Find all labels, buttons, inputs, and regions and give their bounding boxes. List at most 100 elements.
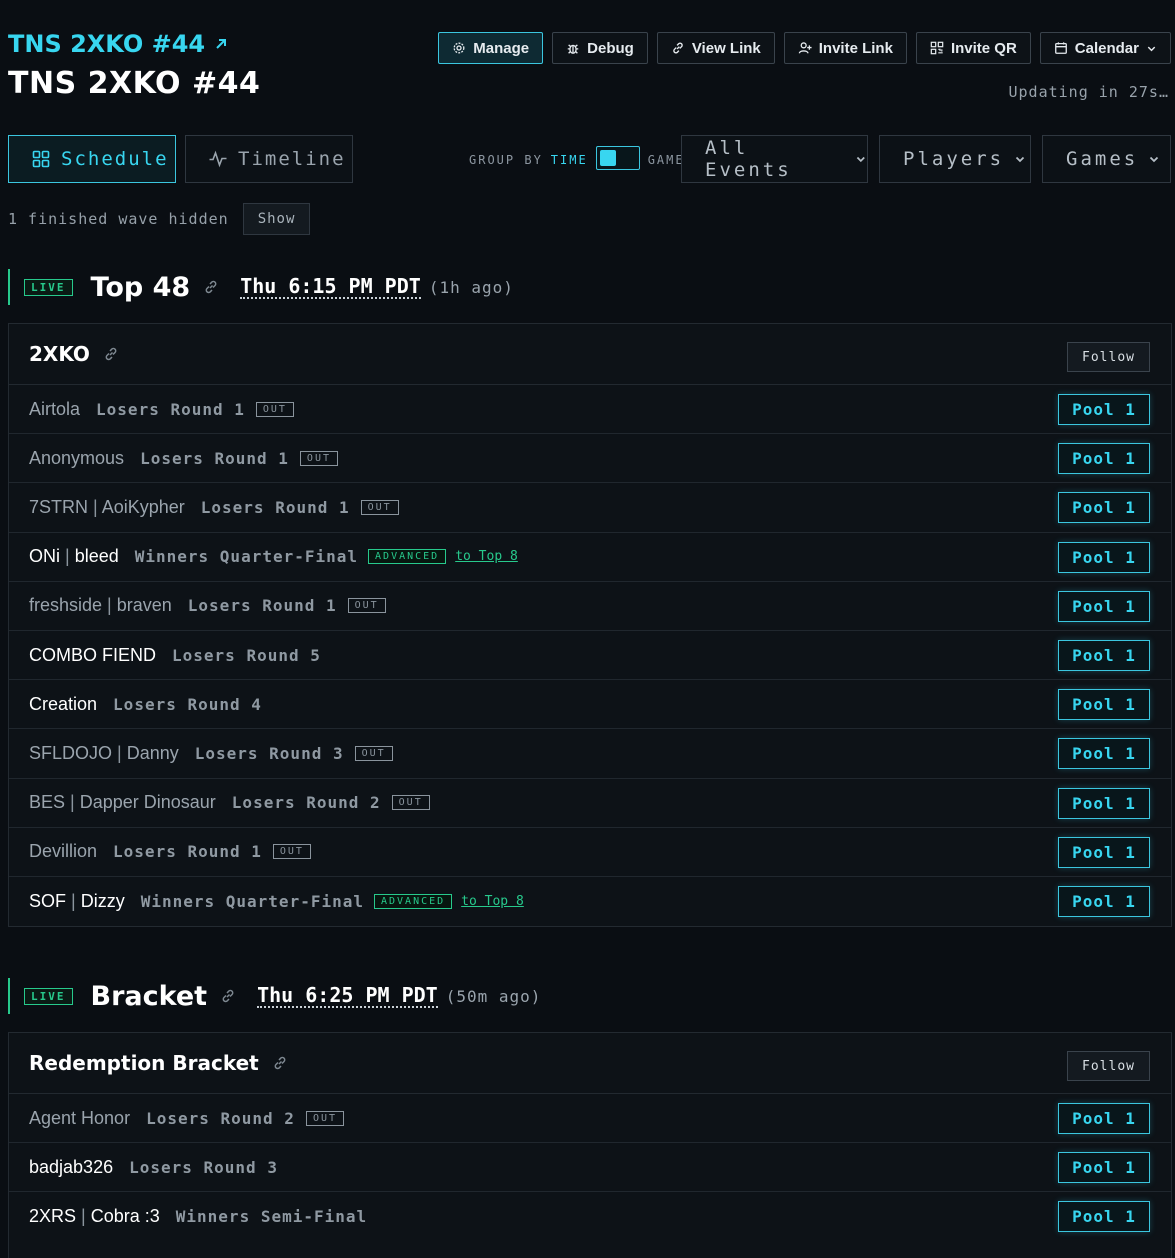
- player-team-prefix: BES: [29, 792, 66, 813]
- pool-button[interactable]: Pool 1: [1058, 836, 1150, 868]
- player-row: Devillion Losers Round 1 OUT Pool 1: [9, 828, 1171, 877]
- out-badge: OUT: [354, 745, 393, 761]
- round-label: Losers Round 3: [194, 743, 344, 763]
- manage-button[interactable]: Manage: [438, 32, 544, 64]
- invite-qr-button[interactable]: Invite QR: [915, 32, 1031, 64]
- event-link-text[interactable]: TNS 2XKO #44: [8, 30, 205, 58]
- pool-button[interactable]: Pool 1: [1058, 1201, 1150, 1233]
- pool-button[interactable]: Pool 1: [1058, 492, 1150, 524]
- player-row: Anonymous Losers Round 1 OUT Pool 1: [9, 434, 1171, 484]
- pool-button[interactable]: Pool 1: [1058, 787, 1150, 819]
- pool-button[interactable]: Pool 1: [1058, 590, 1150, 622]
- invite-link-button[interactable]: Invite Link: [783, 32, 907, 64]
- player-name-group[interactable]: 7STRN | AoiKypher: [29, 497, 185, 518]
- calendar-icon: [1054, 42, 1067, 54]
- link-icon: [673, 42, 683, 54]
- view-link-button[interactable]: View Link: [656, 32, 775, 64]
- player-name: Dapper Dinosaur: [79, 792, 216, 813]
- group-by-switch[interactable]: [595, 146, 640, 170]
- player-name-group[interactable]: Creation: [29, 694, 97, 715]
- tab-schedule[interactable]: Schedule: [8, 135, 176, 183]
- follow-button[interactable]: Follow: [1067, 1051, 1150, 1081]
- player-list: Agent Honor Losers Round 2 OUT Pool 1 badjab…: [9, 1094, 1171, 1242]
- out-badge: OUT: [305, 1110, 344, 1126]
- games-dropdown[interactable]: Games: [1042, 135, 1171, 183]
- group-by-game-option[interactable]: GAME: [648, 153, 685, 167]
- advanced-to-link[interactable]: to Top 8: [455, 549, 518, 564]
- player-name-group[interactable]: badjab326: [29, 1157, 113, 1178]
- switch-knob: [599, 150, 616, 166]
- round-label: Winners Semi-Final: [175, 1207, 368, 1227]
- tab-timeline[interactable]: Timeline: [185, 135, 353, 183]
- player-name: Agent Honor: [29, 1107, 131, 1128]
- gear-icon: [453, 42, 465, 54]
- player-name-group[interactable]: SFLDOJO | Danny: [29, 743, 179, 764]
- player-name-group[interactable]: BES | Dapper Dinosaur: [29, 792, 216, 813]
- event-panel-2xko: 2XKO Follow Airtola Losers Round 1 OUT Pool…: [8, 323, 1172, 928]
- player-name-group[interactable]: Agent Honor: [29, 1108, 130, 1129]
- calendar-dropdown[interactable]: Calendar: [1039, 32, 1171, 64]
- link-icon[interactable]: [203, 279, 219, 295]
- follow-button[interactable]: Follow: [1067, 342, 1150, 372]
- calendar-label: Calendar: [1074, 39, 1139, 57]
- player-name: badjab326: [29, 1156, 114, 1177]
- player-name-group[interactable]: COMBO FIEND: [29, 645, 156, 666]
- out-badge: OUT: [391, 795, 430, 811]
- invite-link-label: Invite Link: [818, 39, 893, 57]
- player-name: Creation: [29, 693, 98, 714]
- players-dropdown[interactable]: Players: [879, 135, 1031, 183]
- pool-button[interactable]: Pool 1: [1058, 639, 1150, 671]
- section-start-time[interactable]: Thu 6:25 PM PDT: [257, 984, 438, 1008]
- advanced-to-link[interactable]: to Top 8: [461, 894, 524, 909]
- events-dropdown[interactable]: All Events: [681, 135, 868, 183]
- pool-button[interactable]: Pool 1: [1058, 1152, 1150, 1184]
- section-relative-time: (50m ago): [445, 986, 542, 1006]
- team-separator: |: [66, 890, 81, 911]
- pool-button[interactable]: Pool 1: [1058, 1103, 1150, 1134]
- player-team-prefix: SFLDOJO: [29, 742, 113, 763]
- player-name: Anonymous: [29, 447, 125, 468]
- out-badge: OUT: [347, 598, 386, 614]
- pool-button[interactable]: Pool 1: [1058, 394, 1150, 425]
- link-icon[interactable]: [103, 346, 119, 362]
- out-badge: OUT: [360, 499, 399, 515]
- player-name-group[interactable]: Airtola: [29, 399, 80, 420]
- tab-schedule-label: Schedule: [61, 148, 169, 170]
- player-row: Agent Honor Losers Round 2 OUT Pool 1: [9, 1094, 1171, 1144]
- player-name-group[interactable]: ONi | bleed: [29, 546, 119, 567]
- manage-label: Manage: [473, 39, 530, 57]
- player-name-group[interactable]: Devillion: [29, 841, 97, 862]
- page-header: TNS 2XKO #44 TNS 2XKO #44 Manage Debug V…: [0, 0, 1175, 120]
- link-icon[interactable]: [272, 1055, 288, 1071]
- player-name: Danny: [126, 742, 179, 763]
- pool-button[interactable]: Pool 1: [1058, 738, 1150, 770]
- pool-button[interactable]: Pool 1: [1058, 885, 1150, 917]
- group-by-time-option[interactable]: TIME: [551, 153, 588, 167]
- player-name-group[interactable]: SOF | Dizzy: [29, 891, 125, 912]
- chevron-down-icon: [1150, 156, 1159, 163]
- view-controls: Schedule Timeline GROUP BY TIME GAME All…: [0, 135, 1175, 183]
- event-external-link[interactable]: TNS 2XKO #44: [8, 30, 229, 58]
- player-name-group[interactable]: freshside | braven: [29, 595, 172, 616]
- pool-button[interactable]: Pool 1: [1058, 541, 1150, 573]
- round-label: Losers Round 1: [140, 448, 289, 468]
- player-row: freshside | braven Losers Round 1 OUT Pool …: [9, 582, 1171, 631]
- section-start-time[interactable]: Thu 6:15 PM PDT: [240, 275, 421, 299]
- player-name-group[interactable]: 2XRS | Cobra :3: [29, 1206, 160, 1227]
- player-name-group[interactable]: Anonymous: [29, 448, 124, 469]
- show-hidden-button[interactable]: Show: [242, 203, 311, 235]
- player-row: Creation Losers Round 4 Pool 1: [9, 680, 1171, 730]
- hidden-waves-notice: 1 finished wave hidden Show: [8, 203, 311, 235]
- player-team-prefix: freshside: [29, 595, 103, 616]
- round-label: Losers Round 1: [113, 842, 262, 862]
- group-by-label: GROUP BY: [469, 153, 543, 167]
- debug-button[interactable]: Debug: [552, 32, 648, 64]
- team-separator: |: [102, 595, 117, 616]
- player-name: bleed: [74, 546, 119, 567]
- pool-button[interactable]: Pool 1: [1058, 443, 1150, 475]
- pool-button[interactable]: Pool 1: [1058, 689, 1150, 721]
- live-badge: LIVE: [24, 278, 73, 296]
- round-label: Losers Round 2: [146, 1108, 295, 1128]
- link-icon[interactable]: [220, 988, 236, 1004]
- invite-qr-label: Invite QR: [950, 39, 1017, 57]
